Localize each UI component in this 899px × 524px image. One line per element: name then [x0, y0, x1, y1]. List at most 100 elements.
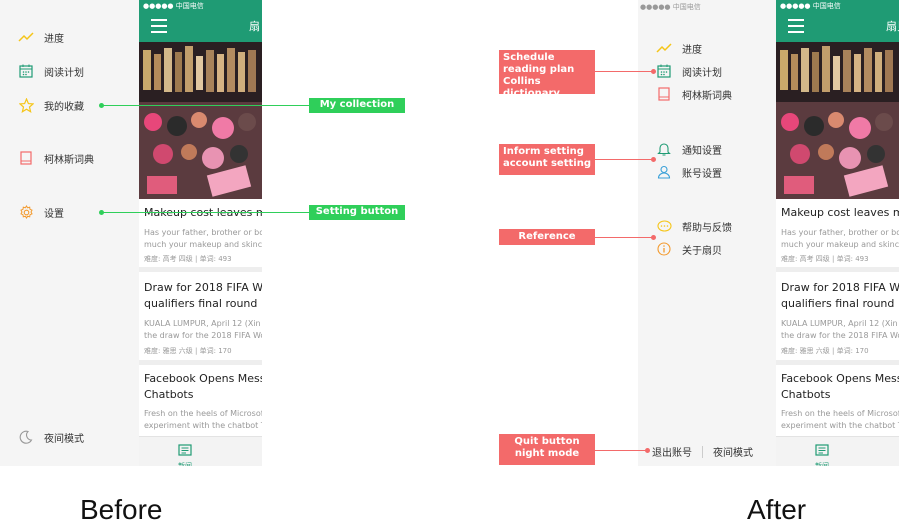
drawer-item-label: 设置 [44, 208, 64, 220]
annotation-line [595, 159, 653, 160]
drawer-item-reading-plan[interactable]: 阅读计划 [656, 60, 722, 82]
article-card[interactable]: Draw for 2018 FIFA Wo qualifiers final r… [139, 272, 262, 360]
before-app-panel: ●●●●● 中国电信 扇 Makeup cost leaves me Has y… [139, 0, 262, 466]
annotation-setting-button: Setting button [309, 205, 405, 220]
article-meta: 难度: 高考 四级 | 单词: 493 [144, 255, 232, 263]
news-icon [178, 444, 192, 456]
trend-line-icon [18, 29, 34, 45]
drawer-item-label: 帮助与反馈 [682, 222, 732, 234]
article-title: qualifiers final round [144, 297, 258, 310]
article-excerpt: KUALA LUMPUR, April 12 (Xin [144, 319, 261, 328]
app-title: 扇贝 [886, 20, 899, 33]
drawer-item-label: 我的收藏 [44, 101, 84, 113]
drawer-item-progress[interactable]: 进度 [656, 37, 702, 59]
user-icon [656, 164, 672, 180]
article-title: Facebook Opens Messe [781, 372, 899, 385]
moon-icon [18, 429, 34, 445]
tab-news[interactable]: 新闻 [175, 441, 195, 466]
drawer-item-help-feedback[interactable]: 帮助与反馈 [656, 215, 732, 237]
drawer-item-label: 阅读计划 [682, 67, 722, 79]
annotation-line [595, 237, 653, 238]
annotation-dot [645, 448, 650, 453]
article-title: Chatbots [781, 388, 831, 401]
article-card[interactable]: Makeup cost leaves me Has your father, b… [776, 199, 899, 267]
article-title: Draw for 2018 FIFA Wo [781, 281, 899, 294]
drawer-item-label: 柯林斯词典 [44, 154, 94, 166]
article-excerpt: much your makeup and skinca [781, 240, 899, 249]
tab-news[interactable]: 新闻 [812, 441, 832, 466]
article-meta: 难度: 高考 四级 | 单词: 493 [781, 255, 869, 263]
drawer-item-label: 进度 [682, 44, 702, 56]
tab-news-label: 新闻 [815, 462, 829, 466]
before-drawer: 进度 阅读计划 我的收藏 柯林斯词典 设置 夜间模式 [0, 0, 140, 466]
chat-bubble-icon [656, 218, 672, 234]
article-meta: 难度: 雅思 六级 | 单词: 170 [781, 347, 869, 355]
hamburger-menu-icon[interactable] [788, 19, 804, 33]
drawer-item-label: 关于扇贝 [682, 245, 722, 257]
article-title: Makeup cost leaves me [781, 206, 899, 219]
drawer-item-label: 柯林斯词典 [682, 90, 732, 102]
drawer-item-notification-settings[interactable]: 通知设置 [656, 138, 722, 160]
calendar-icon [656, 63, 672, 79]
article-card[interactable]: Facebook Opens Messe Chatbots Fresh on t… [139, 365, 262, 436]
hero-image[interactable] [139, 42, 262, 199]
bell-icon [656, 141, 672, 157]
article-excerpt: the draw for the 2018 FIFA Wo [781, 331, 899, 340]
drawer-item-label: 夜间模式 [44, 433, 84, 445]
article-excerpt: experiment with the chatbot T [144, 421, 262, 430]
annotation-dot [651, 235, 656, 240]
after-app-panel: ●●●●● 中国电信 扇贝 [776, 0, 899, 466]
night-mode-button[interactable]: 夜间模式 [713, 444, 753, 459]
annotation-quit: Quit button night mode [499, 434, 595, 465]
article-excerpt: experiment with the chatbot T [781, 421, 899, 430]
drawer-item-collins-dictionary[interactable]: 柯林斯词典 [656, 83, 732, 105]
article-title: qualifiers final round [781, 297, 895, 310]
article-card[interactable]: Draw for 2018 FIFA Wo qualifiers final r… [776, 272, 899, 360]
article-excerpt: the draw for the 2018 FIFA Wo [144, 331, 262, 340]
article-title: Draw for 2018 FIFA Wo [144, 281, 262, 294]
annotation-line [101, 212, 309, 213]
drawer-item-collins-dictionary[interactable]: 柯林斯词典 [18, 147, 94, 169]
annotation-inform: Inform setting account setting [499, 144, 595, 175]
annotation-line [595, 450, 647, 451]
app-header: 扇贝 [776, 12, 899, 42]
drawer-item-label: 账号设置 [682, 168, 722, 180]
article-card[interactable]: Facebook Opens Messe Chatbots Fresh on t… [776, 365, 899, 436]
annotation-reference: Reference [499, 229, 595, 245]
calendar-icon [18, 63, 34, 79]
logout-button[interactable]: 退出账号 [652, 444, 692, 459]
article-excerpt: Has your father, brother or boy [144, 228, 262, 237]
article-excerpt: KUALA LUMPUR, April 12 (Xin [781, 319, 898, 328]
drawer-item-label: 阅读计划 [44, 67, 84, 79]
status-bar: ●●●●● 中国电信 [139, 0, 262, 12]
tab-bar: 新闻 [776, 436, 899, 466]
annotation-my-collection: My collection [309, 98, 405, 113]
gear-icon [18, 204, 34, 220]
drawer-item-settings[interactable]: 设置 [18, 201, 64, 223]
drawer-item-night-mode[interactable]: 夜间模式 [18, 426, 84, 448]
article-title: Facebook Opens Messe [144, 372, 262, 385]
drawer-item-my-collection[interactable]: 我的收藏 [18, 94, 84, 116]
annotation-dot [651, 157, 656, 162]
drawer-item-label: 通知设置 [682, 145, 722, 157]
caption-before: Before [80, 494, 163, 524]
status-carrier: ●●●●● 中国电信 [640, 3, 701, 11]
app-header: 扇 [139, 12, 262, 42]
dictionary-icon [656, 86, 672, 102]
article-meta: 难度: 雅思 六级 | 单词: 170 [144, 347, 232, 355]
hero-image[interactable] [776, 42, 899, 199]
drawer-item-reading-plan[interactable]: 阅读计划 [18, 60, 84, 82]
drawer-bottom-links: 退出账号 夜间模式 [652, 444, 753, 459]
tab-news-label: 新闻 [178, 462, 192, 466]
drawer-item-account-settings[interactable]: 账号设置 [656, 161, 722, 183]
hamburger-menu-icon[interactable] [151, 19, 167, 33]
status-carrier: ●●●●● 中国电信 [780, 2, 841, 10]
article-card[interactable]: Makeup cost leaves me Has your father, b… [139, 199, 262, 267]
drawer-item-about[interactable]: 关于扇贝 [656, 238, 722, 260]
annotation-line [595, 71, 653, 72]
drawer-item-progress[interactable]: 进度 [18, 26, 64, 48]
article-excerpt: Fresh on the heels of Microsof [144, 409, 262, 418]
news-icon [815, 444, 829, 456]
annotation-line [101, 105, 309, 106]
trend-line-icon [656, 40, 672, 56]
